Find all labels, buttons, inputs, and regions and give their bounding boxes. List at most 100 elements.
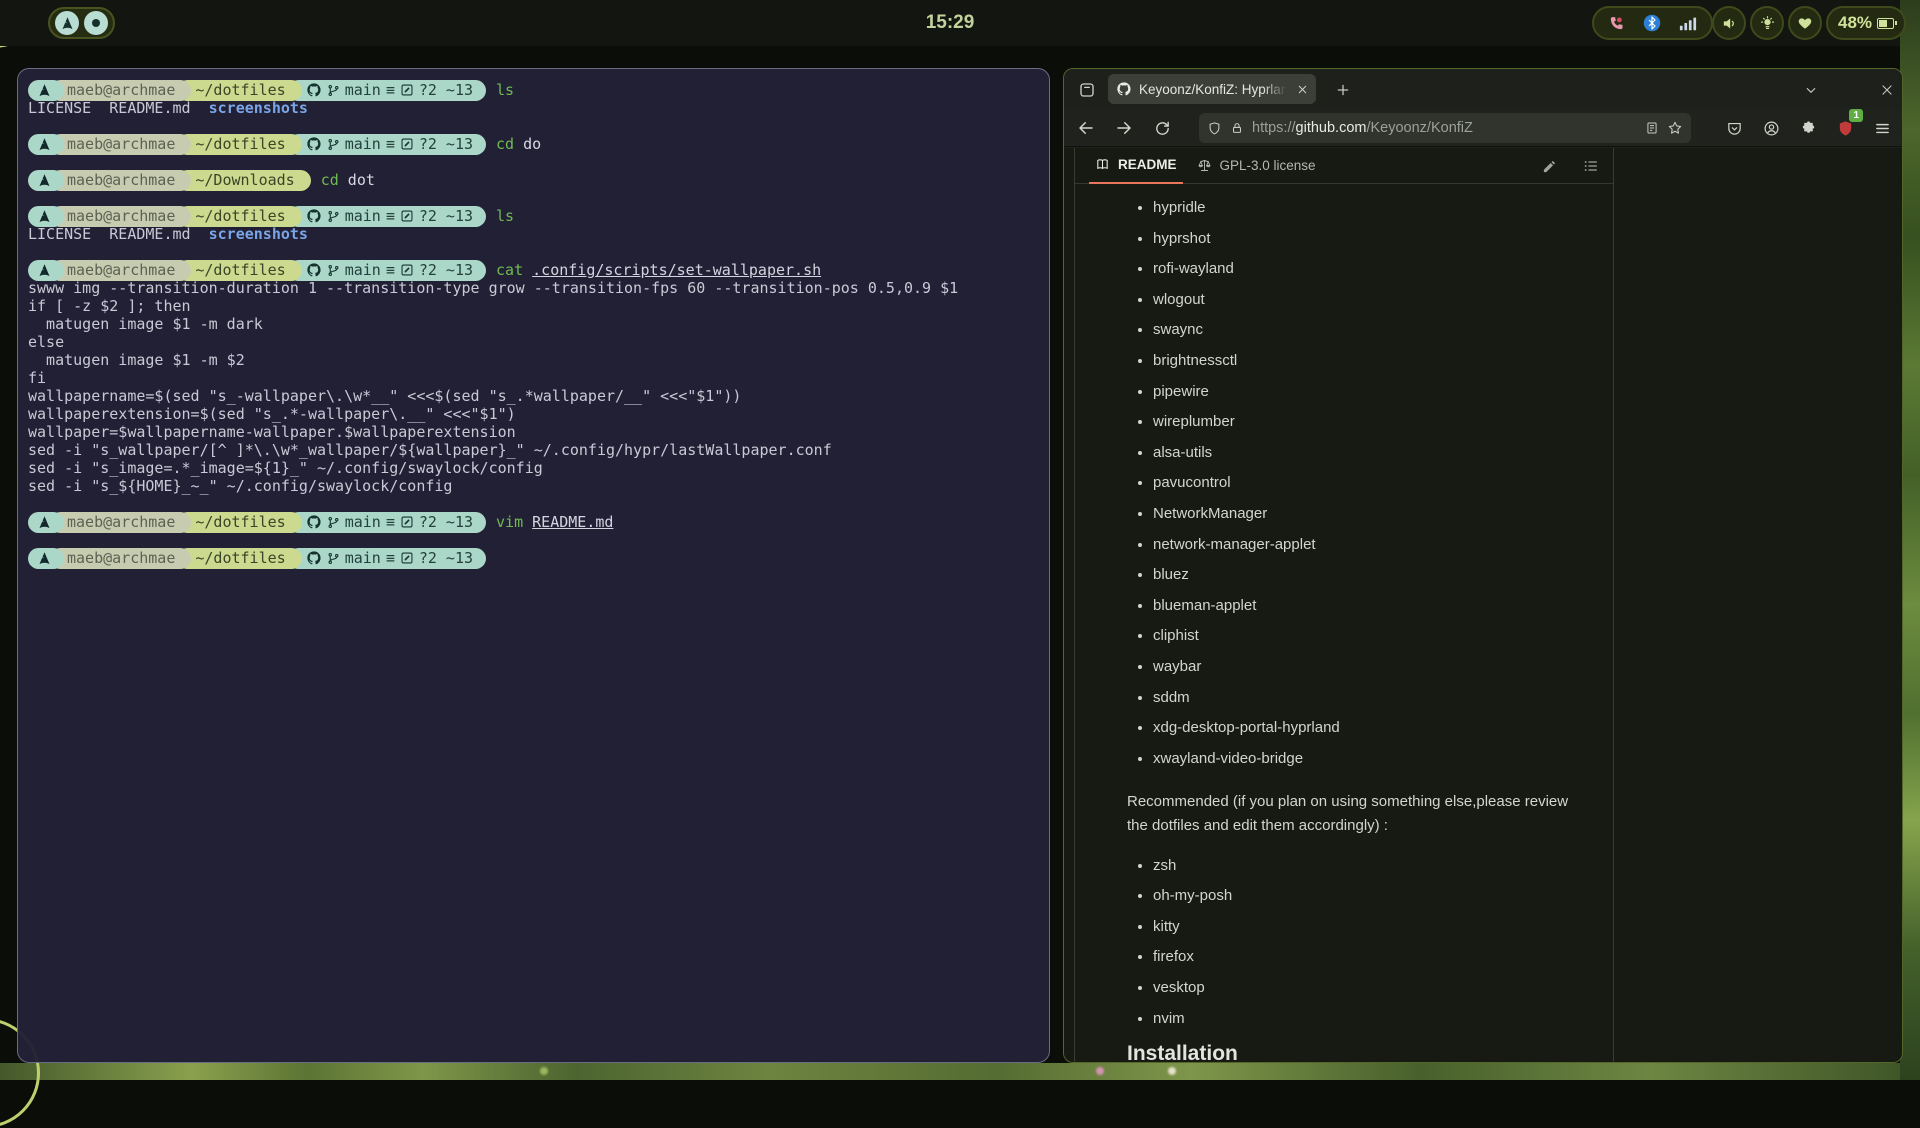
terminal-line <box>28 117 1039 135</box>
package-item: alsa-utils <box>1153 443 1573 462</box>
modified-icon <box>400 137 414 151</box>
tab-readme[interactable]: README <box>1089 148 1183 184</box>
tracking-shield-icon[interactable] <box>1207 121 1222 136</box>
terminal-line <box>28 243 1039 261</box>
ublock-shield-icon[interactable]: 1 <box>1831 114 1859 142</box>
lock-icon[interactable] <box>1230 121 1244 135</box>
terminal-line: LICENSE README.md screenshots <box>28 225 1039 243</box>
terminal-line: wallpaper=$wallpapername-wallpaper.$wall… <box>28 423 1039 441</box>
browser-tab[interactable]: Keyoonz/KonfiZ: Hyprland <box>1108 74 1316 104</box>
package-item: cliphist <box>1153 626 1573 645</box>
tab-bar: Keyoonz/KonfiZ: Hyprland <box>1064 69 1902 109</box>
next-section-heading: Installation <box>1127 1042 1573 1062</box>
extensions-puzzle-icon[interactable] <box>1794 114 1822 142</box>
recommended-item: firefox <box>1153 947 1573 966</box>
github-icon <box>306 262 322 278</box>
github-icon <box>306 82 322 98</box>
tab-close-icon[interactable] <box>1297 84 1308 95</box>
arch-logo-icon[interactable] <box>55 11 79 35</box>
git-branch-icon <box>327 263 340 278</box>
recommended-intro: Recommended (if you plan on using someth… <box>1127 790 1573 838</box>
battery-widget[interactable]: 48% <box>1826 6 1906 40</box>
tab-title: Keyoonz/KonfiZ: Hyprland <box>1139 82 1290 97</box>
terminal-line: maeb@archmae~/dotfilesmain≡?2 ~13ls <box>28 207 1039 225</box>
terminal-line: LICENSE README.md screenshots <box>28 99 1039 117</box>
terminal-line: maeb@archmae~/dotfilesmain≡?2 ~13cd do <box>28 135 1039 153</box>
prompt-user-segment: maeb@archmae <box>50 170 191 191</box>
list-all-tabs-icon[interactable] <box>1798 77 1824 103</box>
workspace-switcher <box>48 7 115 39</box>
terminal-line: sed -i "s_${HOME}_~_" ~/.config/swaylock… <box>28 477 1039 495</box>
edit-pencil-icon[interactable] <box>1542 159 1557 174</box>
terminal-line: maeb@archmae~/Downloadscd dot <box>28 171 1039 189</box>
prompt-git-segment: main≡?2 ~13 <box>288 206 486 227</box>
package-item: xwayland-video-bridge <box>1153 749 1573 768</box>
prompt-user-segment: maeb@archmae <box>50 260 191 281</box>
git-branch-icon <box>327 515 340 530</box>
tab-license[interactable]: GPL-3.0 license <box>1191 148 1322 184</box>
forward-button[interactable] <box>1110 114 1138 142</box>
package-item: swaync <box>1153 320 1573 339</box>
prompt-os-segment <box>28 548 64 569</box>
prompt-git-segment: main≡?2 ~13 <box>288 134 486 155</box>
account-icon[interactable] <box>1757 114 1785 142</box>
package-item: wlogout <box>1153 290 1573 309</box>
prompt-os-segment <box>28 134 64 155</box>
shell-prompt: maeb@archmae~/dotfilesmain≡?2 ~13 <box>28 512 486 533</box>
package-item: hyprshot <box>1153 229 1573 248</box>
shell-prompt: maeb@archmae~/dotfilesmain≡?2 ~13 <box>28 260 486 281</box>
window-close-icon[interactable] <box>1874 77 1900 103</box>
pocket-icon[interactable] <box>1720 114 1748 142</box>
favorites-button[interactable] <box>1788 6 1822 40</box>
bookmark-star-icon[interactable] <box>1667 120 1683 136</box>
readme-header: README GPL-3.0 license <box>1075 148 1613 184</box>
back-button[interactable] <box>1072 114 1100 142</box>
prompt-git-segment: main≡?2 ~13 <box>288 548 486 569</box>
workspace-dot-icon[interactable] <box>84 11 108 35</box>
prompt-user-segment: maeb@archmae <box>50 80 191 101</box>
package-item: pavucontrol <box>1153 473 1573 492</box>
bluetooth-tray-icon[interactable] <box>1643 14 1661 32</box>
book-icon <box>1095 157 1110 172</box>
outline-list-icon[interactable] <box>1583 158 1599 174</box>
url-bar[interactable]: https://github.com/Keyoonz/KonfiZ <box>1199 113 1691 143</box>
modified-icon <box>400 515 414 529</box>
git-branch-icon <box>327 83 340 98</box>
github-favicon <box>1116 81 1132 97</box>
prompt-user-segment: maeb@archmae <box>50 512 191 533</box>
brightness-button[interactable] <box>1750 6 1784 40</box>
terminal-line: swww img --transition-duration 1 --trans… <box>28 279 1039 297</box>
terminal-window[interactable]: maeb@archmae~/dotfilesmain≡?2 ~13lsLICEN… <box>17 68 1050 1063</box>
ublock-badge: 1 <box>1849 109 1863 122</box>
prompt-path-segment: ~/dotfiles <box>177 512 301 533</box>
arch-icon <box>37 83 52 98</box>
prompt-path-segment: ~/dotfiles <box>177 548 301 569</box>
firefox-view-icon[interactable] <box>1074 77 1100 103</box>
arch-icon <box>37 209 52 224</box>
arch-icon <box>37 551 52 566</box>
volume-button[interactable] <box>1712 6 1746 40</box>
prompt-os-segment <box>28 80 64 101</box>
prompt-git-segment: main≡?2 ~13 <box>288 512 486 533</box>
terminal-line <box>28 531 1039 549</box>
terminal-line: sed -i "s_image=.*_image=${1}_" ~/.confi… <box>28 459 1039 477</box>
phone-tray-icon[interactable] <box>1608 15 1625 32</box>
package-item: hypridle <box>1153 198 1573 217</box>
prompt-path-segment: ~/dotfiles <box>177 260 301 281</box>
terminal-line: matugen image $1 -m dark <box>28 315 1039 333</box>
package-item: blueman-applet <box>1153 596 1573 615</box>
terminal-line: else <box>28 333 1039 351</box>
shell-prompt: maeb@archmae~/dotfilesmain≡?2 ~13 <box>28 548 486 569</box>
menu-hamburger-icon[interactable] <box>1868 114 1896 142</box>
terminal-line <box>28 153 1039 171</box>
reader-mode-icon[interactable] <box>1645 121 1659 135</box>
arch-icon <box>37 137 52 152</box>
navigation-bar: https://github.com/Keyoonz/KonfiZ 1 <box>1064 109 1902 147</box>
prompt-path-segment: ~/dotfiles <box>177 206 301 227</box>
terminal-line: wallpapername=$(sed "s_-wallpaper\.\w*__… <box>28 387 1039 405</box>
new-tab-button[interactable] <box>1330 77 1356 103</box>
modified-icon <box>400 263 414 277</box>
reload-button[interactable] <box>1148 114 1176 142</box>
github-icon <box>306 136 322 152</box>
network-signal-tray-icon[interactable] <box>1679 15 1697 31</box>
